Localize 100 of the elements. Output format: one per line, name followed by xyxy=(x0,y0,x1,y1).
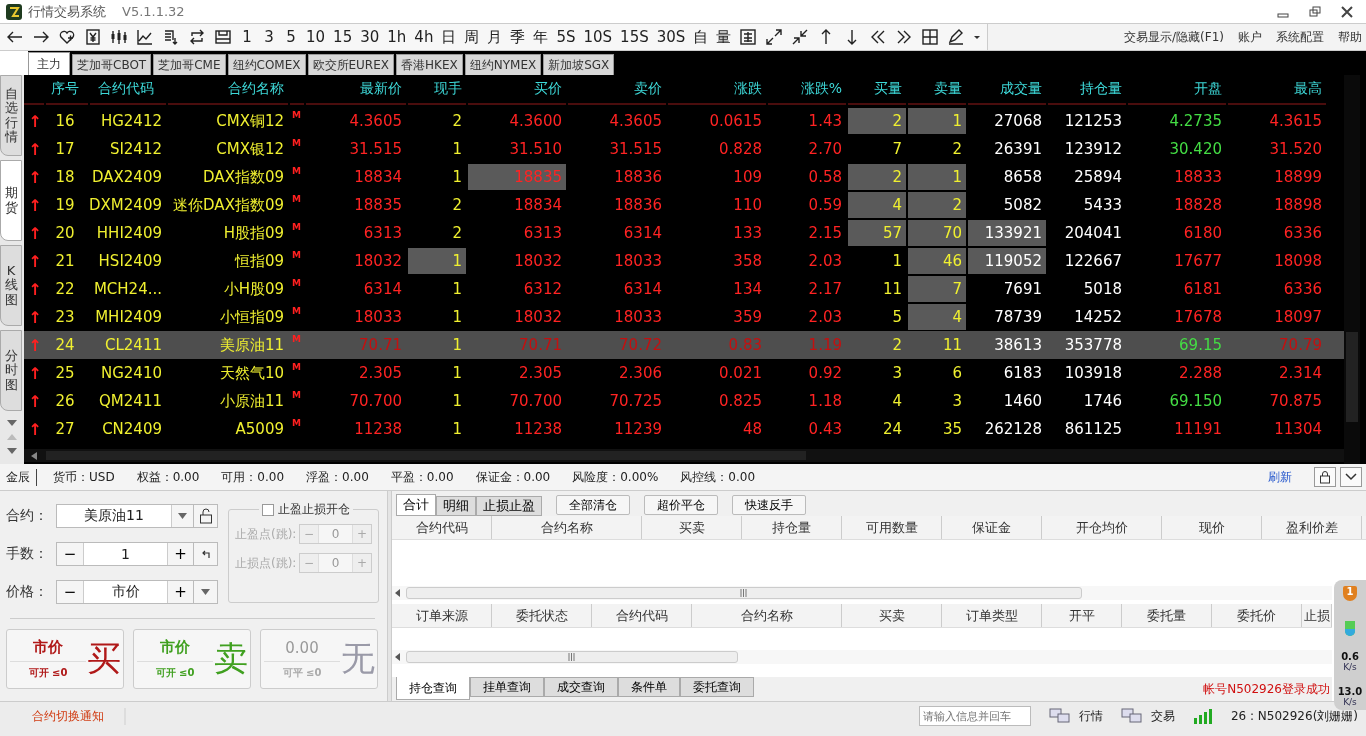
layout-icon[interactable] xyxy=(921,28,940,46)
column-header[interactable]: 买卖 xyxy=(642,516,742,539)
column-header[interactable]: 止损 xyxy=(1302,604,1332,627)
period-button[interactable]: 周 xyxy=(464,27,480,47)
lock-button[interactable] xyxy=(1314,467,1336,487)
market-tab[interactable]: 主力 xyxy=(28,52,70,75)
table-row[interactable]: ↑ 23 MHI2409 小恒指09 M 18033 1 18032 18033 359 2.03 5 4 78739 14252 17678 18097 xyxy=(24,303,1344,331)
period-button[interactable]: 15 xyxy=(333,28,353,46)
column-header[interactable]: 委托价 xyxy=(1212,604,1302,627)
column-header[interactable]: 开平 xyxy=(1042,604,1122,627)
plus-button[interactable]: + xyxy=(167,543,193,565)
close-icon[interactable] xyxy=(1340,4,1354,19)
tab[interactable]: 挂单查询 xyxy=(470,677,544,697)
lock-button[interactable] xyxy=(194,504,218,528)
column-header[interactable]: 订单来源 xyxy=(392,604,492,627)
column-header[interactable]: 买量 xyxy=(848,75,906,105)
checkbox[interactable] xyxy=(262,503,274,516)
minus-button[interactable]: − xyxy=(57,543,83,565)
action-button[interactable]: 全部清仓 xyxy=(556,495,630,515)
dropdown-button[interactable] xyxy=(1340,467,1362,487)
table-row[interactable]: ↑ 27 CN2409 A5009 M 11238 1 11238 11239 48 0.43 24 35 262128 861125 11191 11304 xyxy=(24,415,1344,443)
market-tab[interactable]: 纽约COMEX xyxy=(227,54,306,75)
heart-plus-icon[interactable] xyxy=(58,28,76,46)
column-header[interactable]: 订单类型 xyxy=(942,604,1042,627)
scroll-down-icon[interactable] xyxy=(6,447,18,455)
column-header[interactable]: 涨跌 xyxy=(668,75,766,105)
plus-button[interactable]: + xyxy=(167,581,193,603)
period-button[interactable]: 1 xyxy=(240,28,254,46)
column-header[interactable]: 卖价 xyxy=(568,75,666,105)
side-tab[interactable]: 自选行情 xyxy=(0,75,22,156)
period-button[interactable]: 5 xyxy=(284,28,298,46)
trade-button[interactable]: 市价 可开 ≤0 买 xyxy=(6,629,124,689)
line-chart-icon[interactable] xyxy=(136,28,154,46)
table-row[interactable]: ↑ 26 QM2411 小原油11 M 70.700 1 70.700 70.725 0.825 1.18 4 3 1460 1746 69.150 70.875 xyxy=(24,387,1344,415)
action-button[interactable]: 快速反手 xyxy=(732,495,806,515)
column-header[interactable]: 合约名称 xyxy=(168,75,288,105)
period-button[interactable]: 10 xyxy=(306,28,326,46)
market-tab[interactable]: 香港HKEX xyxy=(396,54,463,75)
period-button[interactable]: 3 xyxy=(262,28,276,46)
column-header[interactable]: 现价 xyxy=(1162,516,1262,539)
table-row[interactable]: ↑ 18 DAX2409 DAX指数09 M 18834 1 18835 18836 109 0.58 2 1 8658 25894 18833 18899 xyxy=(24,163,1344,191)
table-row[interactable]: ↑ 16 HG2412 CMX铜12 M 4.3605 2 4.3600 4.3605 0.0615 1.43 2 1 27068 121253 4.2735 4.3615 xyxy=(24,107,1344,135)
scroll-down-icon[interactable] xyxy=(6,419,18,427)
table-row[interactable]: ↑ 20 HHI2409 H股指09 M 6313 2 6313 6314 133 2.15 57 70 133921 204041 6180 6336 xyxy=(24,219,1344,247)
column-header[interactable]: 涨跌% xyxy=(768,75,846,105)
column-header[interactable]: 开仓均价 xyxy=(1042,516,1162,539)
column-header[interactable]: 可用数量 xyxy=(842,516,942,539)
yen-document-icon[interactable] xyxy=(84,28,102,46)
scroll-left-icon[interactable] xyxy=(30,450,38,461)
menu-item[interactable]: 账户 xyxy=(1238,28,1262,46)
period-button[interactable]: 月 xyxy=(487,27,503,47)
period-button[interactable]: 季 xyxy=(510,27,526,47)
column-header[interactable]: 合约名称 xyxy=(492,516,642,539)
column-header[interactable]: 合约代码 xyxy=(592,604,692,627)
grid-box-icon[interactable] xyxy=(739,28,758,46)
contract-dropdown[interactable]: 美原油11 xyxy=(56,504,194,528)
column-header[interactable]: 买卖 xyxy=(842,604,942,627)
minus-button[interactable]: − xyxy=(57,581,83,603)
side-tab[interactable]: 期货 xyxy=(0,160,22,241)
expand-icon[interactable] xyxy=(765,28,784,46)
column-header[interactable]: 卖量 xyxy=(908,75,966,105)
tab[interactable]: 止损止盈 xyxy=(476,496,542,516)
scrollbar[interactable] xyxy=(1344,75,1360,464)
notice-tab[interactable]: 合约切换通知 xyxy=(0,707,126,725)
market-tab[interactable]: 欧交所EUREX xyxy=(307,54,394,75)
market-tab[interactable]: 芝加哥CBOT xyxy=(72,54,152,75)
scroll-left-icon[interactable] xyxy=(394,588,402,598)
period-button[interactable]: 日 xyxy=(441,27,457,47)
column-header[interactable]: 合约名称 xyxy=(692,604,842,627)
checkbox-label[interactable]: 止盈止损开仓 xyxy=(278,501,350,518)
period-button[interactable]: 自 xyxy=(693,27,709,47)
scrollbar-thumb[interactable] xyxy=(406,651,738,663)
scrollbar[interactable] xyxy=(392,650,1332,664)
column-header[interactable]: 买价 xyxy=(468,75,566,105)
scrollbar-thumb[interactable] xyxy=(1346,332,1358,422)
scrollbar-thumb[interactable] xyxy=(406,587,1082,599)
menu-item[interactable]: 交易显示/隐藏(F1) xyxy=(1124,28,1224,46)
tab[interactable]: 条件单 xyxy=(618,677,680,697)
table-row[interactable]: ↑ 24 CL2411 美原油11 M 70.71 1 70.71 70.72 0.83 1.19 2 11 38613 353778 69.15 70.79 xyxy=(24,331,1344,359)
switch-arrows-icon[interactable] xyxy=(188,28,206,46)
tab[interactable]: 成交查询 xyxy=(544,677,618,697)
side-tab[interactable]: K线图 xyxy=(0,245,22,326)
column-header[interactable]: 序号 xyxy=(46,75,88,105)
period-button[interactable]: 4h xyxy=(414,28,434,46)
table-row[interactable]: ↑ 19 DXM2409 迷你DAX指数09 M 18835 2 18834 18836 110 0.59 4 2 5082 5433 18828 18898 xyxy=(24,191,1344,219)
status-link[interactable]: 交易 xyxy=(1150,707,1175,725)
candlestick-icon[interactable] xyxy=(110,28,128,46)
column-header[interactable]: 保证金 xyxy=(942,516,1042,539)
column-header[interactable]: 合约代码 xyxy=(392,516,492,539)
tab[interactable]: 明细 xyxy=(436,496,476,516)
list-down-icon[interactable] xyxy=(162,28,180,46)
restore-icon[interactable] xyxy=(1308,4,1322,19)
period-button[interactable]: 1h xyxy=(387,28,407,46)
column-header[interactable]: 最新价 xyxy=(306,75,406,105)
reset-button[interactable] xyxy=(194,542,218,566)
action-button[interactable]: 超价平仓 xyxy=(644,495,718,515)
table-row[interactable]: ↑ 22 MCH24... 小H股09 M 6314 1 6312 6314 134 2.17 11 7 7691 5018 6181 6336 xyxy=(24,275,1344,303)
period-button[interactable]: 15S xyxy=(620,28,649,46)
market-tab[interactable]: 纽约NYMEX xyxy=(464,54,542,75)
refresh-link[interactable]: 刷新 xyxy=(1268,468,1292,486)
